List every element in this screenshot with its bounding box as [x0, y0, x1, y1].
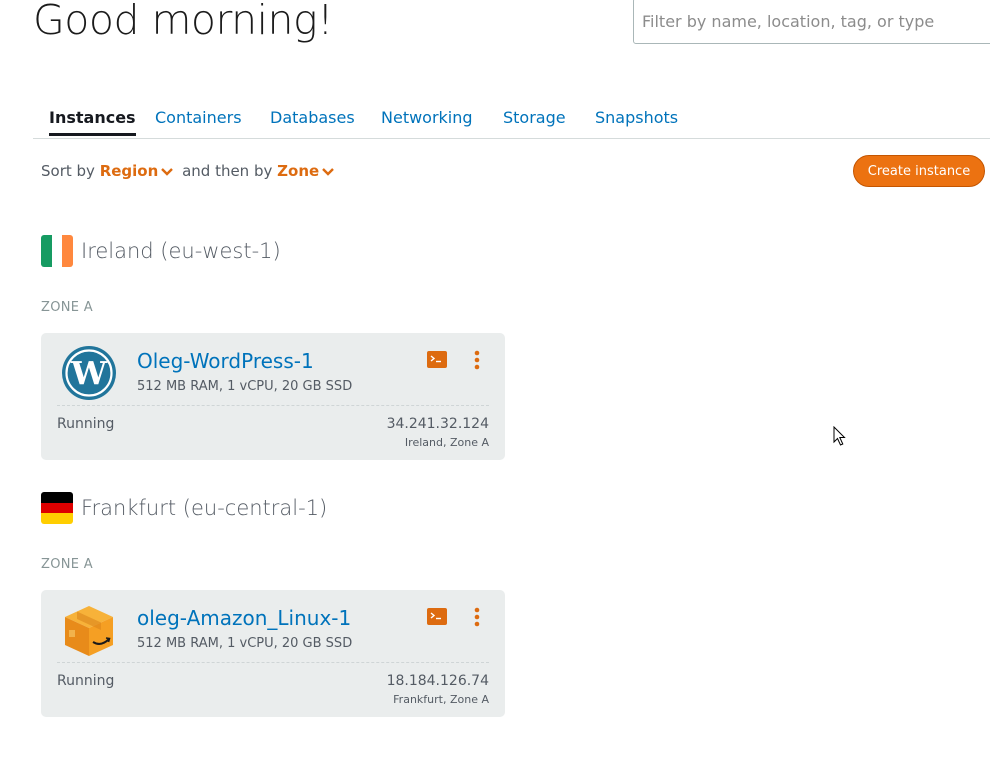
sort-region-label: Region: [99, 162, 159, 180]
page-greeting: Good morning!: [33, 0, 334, 44]
more-options-icon[interactable]: [471, 607, 483, 627]
instance-spec: 512 MB RAM, 1 vCPU, 20 GB SSD: [137, 636, 353, 651]
terminal-connect-icon[interactable]: [427, 608, 447, 625]
status-label: Running: [57, 416, 115, 432]
instance-spec: 512 MB RAM, 1 vCPU, 20 GB SSD: [137, 379, 353, 394]
svg-text:W: W: [70, 355, 108, 393]
terminal-connect-icon[interactable]: [427, 351, 447, 368]
tab-bar: Instances Containers Databases Networkin…: [33, 106, 990, 139]
zone-label: ZONE A: [41, 557, 93, 572]
search-input[interactable]: [634, 0, 990, 43]
tab-storage[interactable]: Storage: [503, 108, 566, 127]
sort-zone-dropdown[interactable]: Zone: [277, 162, 335, 180]
wordpress-icon: W: [61, 345, 117, 401]
instance-name-link[interactable]: Oleg-WordPress-1: [137, 349, 314, 373]
region-header-ireland: Ireland (eu-west-1): [41, 235, 281, 267]
sort-region-dropdown[interactable]: Region: [100, 162, 174, 180]
zone-label: ZONE A: [41, 300, 93, 315]
instance-location: Frankfurt, Zone A: [393, 693, 489, 706]
search-box[interactable]: [633, 0, 990, 44]
instance-card: W Oleg-WordPress-1 512 MB RAM, 1 vCPU, 2…: [41, 333, 505, 460]
tab-databases[interactable]: Databases: [270, 108, 355, 127]
amazon-linux-box-icon: [61, 602, 117, 658]
sort-middle-label: and then by: [182, 162, 273, 180]
region-name: Frankfurt (eu-central-1): [81, 496, 328, 520]
region-header-frankfurt: Frankfurt (eu-central-1): [41, 492, 327, 524]
instance-name-link[interactable]: oleg-Amazon_Linux-1: [137, 606, 351, 630]
instance-card: oleg-Amazon_Linux-1 512 MB RAM, 1 vCPU, …: [41, 590, 505, 717]
tab-instances[interactable]: Instances: [49, 108, 136, 136]
sort-prefix-label: Sort by: [41, 162, 95, 180]
tab-snapshots[interactable]: Snapshots: [595, 108, 678, 127]
ip-address: 34.241.32.124: [386, 416, 489, 432]
card-divider: [57, 405, 489, 406]
sort-bar: Sort by Region and then by Zone: [41, 162, 335, 180]
chevron-down-icon: [161, 167, 174, 176]
tab-networking[interactable]: Networking: [381, 108, 473, 127]
instance-location: Ireland, Zone A: [404, 436, 489, 449]
sort-zone-label: Zone: [277, 162, 320, 180]
create-instance-button[interactable]: Create instance: [853, 155, 985, 187]
mouse-cursor-icon: [833, 425, 847, 450]
ireland-flag-icon: [41, 235, 73, 267]
card-divider: [57, 662, 489, 663]
ip-address: 18.184.126.74: [386, 673, 489, 689]
tab-containers[interactable]: Containers: [155, 108, 242, 127]
more-options-icon[interactable]: [471, 350, 483, 370]
status-label: Running: [57, 673, 115, 689]
region-name: Ireland (eu-west-1): [81, 239, 281, 263]
chevron-down-icon: [322, 167, 335, 176]
germany-flag-icon: [41, 492, 73, 524]
